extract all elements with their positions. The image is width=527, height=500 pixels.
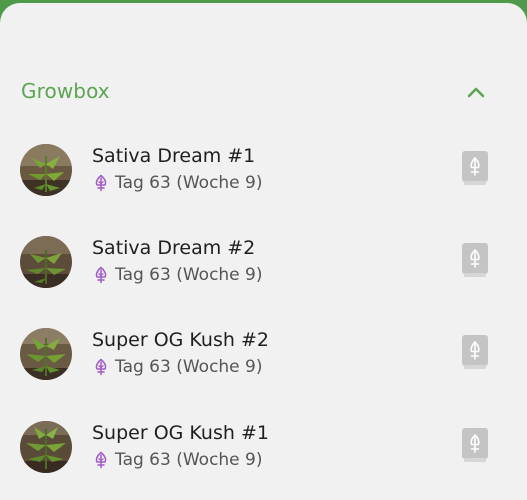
plant-age: Tag 63 (Woche 9) <box>115 450 263 470</box>
bottom-sheet: Growbox Sativa Dream #1 Tag 63 (Woche 9)… <box>0 3 527 500</box>
plant-avatar <box>20 144 72 196</box>
plant-name: Super OG Kush #1 <box>92 422 269 444</box>
plant-age: Tag 63 (Woche 9) <box>115 357 263 377</box>
plant-list-item[interactable]: Super OG Kush #1 Tag 63 (Woche 9) <box>0 407 527 487</box>
chevron-up-icon <box>467 87 485 98</box>
plant-name: Super OG Kush #2 <box>92 329 269 351</box>
diary-book-icon[interactable] <box>461 150 489 186</box>
cannabis-leaf-icon <box>92 451 110 469</box>
section-header-growbox[interactable]: Growbox <box>0 73 527 109</box>
section-title: Growbox <box>21 79 110 103</box>
diary-book-icon[interactable] <box>461 427 489 463</box>
plant-list-item[interactable]: Sativa Dream #1 Tag 63 (Woche 9) <box>0 130 527 210</box>
diary-book-icon[interactable] <box>461 334 489 370</box>
plant-name: Sativa Dream #2 <box>92 237 256 259</box>
plant-avatar <box>20 236 72 288</box>
cannabis-leaf-icon <box>92 358 110 376</box>
plant-list-item[interactable]: Sativa Dream #2 Tag 63 (Woche 9) <box>0 222 527 302</box>
plant-avatar <box>20 328 72 380</box>
cannabis-leaf-icon <box>92 266 110 284</box>
plant-list-item[interactable]: Super OG Kush #2 Tag 63 (Woche 9) <box>0 314 527 394</box>
plant-avatar <box>20 421 72 473</box>
plant-name: Sativa Dream #1 <box>92 145 256 167</box>
collapse-button[interactable] <box>461 77 491 107</box>
plant-age: Tag 63 (Woche 9) <box>115 173 263 193</box>
diary-book-icon[interactable] <box>461 242 489 278</box>
cannabis-leaf-icon <box>92 174 110 192</box>
plant-age: Tag 63 (Woche 9) <box>115 265 263 285</box>
